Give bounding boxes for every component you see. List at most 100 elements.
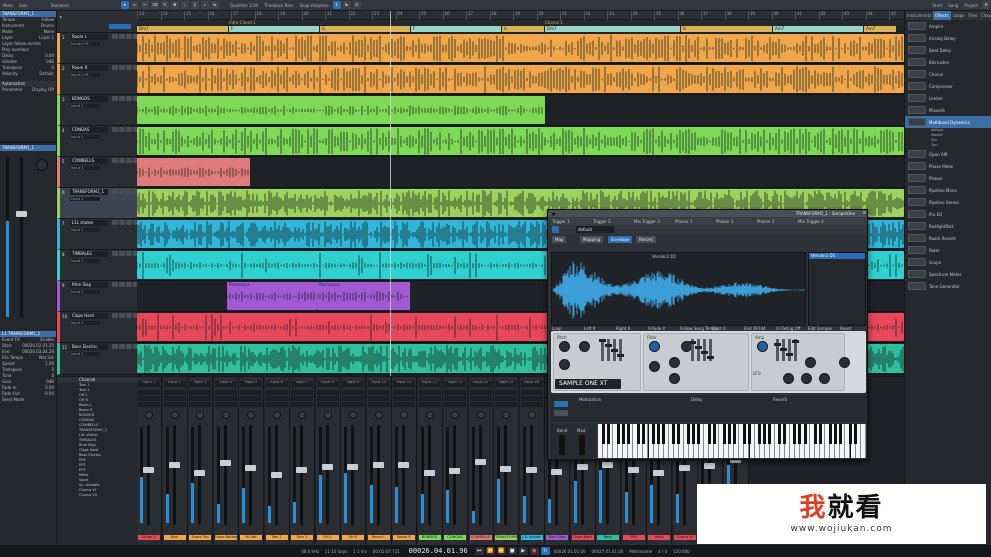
- black-key[interactable]: [616, 424, 620, 444]
- insert-slot[interactable]: [444, 402, 466, 407]
- audio-clip[interactable]: Percussion: [227, 282, 317, 310]
- mixer-channel[interactable]: Input 11 Room R: [392, 377, 417, 544]
- track-header[interactable]: 8 TIMBALES Input 1: [57, 250, 137, 281]
- mixer-channel[interactable]: Input 14 COWBELLS: [468, 377, 494, 544]
- chord-event[interactable]: F: [229, 26, 319, 32]
- pan-knob[interactable]: [36, 159, 48, 171]
- synth-knob[interactable]: [559, 359, 570, 370]
- insert-slot[interactable]: [316, 390, 339, 395]
- solo-mode-label[interactable]: Solo: [19, 3, 28, 8]
- track-header[interactable]: 6 TRANSFORM1_1 Input 1: [57, 188, 137, 219]
- split-tool-icon[interactable]: ✂: [140, 1, 149, 9]
- insert-slot[interactable]: [367, 390, 390, 395]
- timecode-display[interactable]: 00:01:07.731: [373, 549, 400, 554]
- black-key[interactable]: [657, 424, 661, 444]
- browser-tab[interactable]: Cloud: [979, 11, 991, 20]
- insert-slot[interactable]: [138, 390, 160, 395]
- channel-name-label[interactable]: Claps Hard: [571, 535, 594, 540]
- record-arm-button[interactable]: [126, 282, 132, 287]
- track-header[interactable]: 2 Room R Input L+R: [57, 64, 137, 95]
- pan-knob[interactable]: [323, 411, 332, 419]
- insert-slot[interactable]: [418, 396, 441, 401]
- browser-tab[interactable]: Effects: [933, 11, 951, 20]
- envelope-slider[interactable]: [599, 339, 606, 361]
- black-key[interactable]: [727, 424, 731, 444]
- record-arm-button[interactable]: [126, 189, 132, 194]
- fader-track[interactable]: [300, 425, 303, 525]
- track-input-select[interactable]: Input 1: [70, 197, 100, 201]
- fader-track[interactable]: [478, 425, 482, 525]
- mixer-channel[interactable]: Input 10 Room L: [366, 377, 392, 544]
- pan-knob[interactable]: [374, 411, 383, 419]
- envelope-slider[interactable]: [707, 339, 714, 361]
- solo-button[interactable]: [119, 251, 125, 256]
- pan-knob[interactable]: [298, 411, 306, 419]
- insert-slot[interactable]: [418, 402, 441, 407]
- time-signature[interactable]: 4 / 4: [658, 549, 667, 554]
- solo-button[interactable]: [119, 96, 125, 101]
- black-key[interactable]: [606, 424, 610, 444]
- record-icon[interactable]: ●: [529, 547, 539, 555]
- record-arm-button[interactable]: [126, 344, 132, 349]
- inspector-row-value[interactable]: Layer 1: [39, 35, 54, 41]
- quantize-control[interactable]: Quantize 1/16: [230, 3, 258, 8]
- track-header[interactable]: 9 Rhm Slap Input 1: [57, 281, 137, 312]
- channel-name-label[interactable]: OH R: [342, 535, 364, 540]
- insert-slot[interactable]: [520, 402, 543, 407]
- mute-mode-label[interactable]: Mute: [3, 3, 13, 8]
- track-name[interactable]: CONGAS: [70, 127, 108, 133]
- record-arm-button[interactable]: [126, 34, 132, 39]
- mute-button[interactable]: [112, 344, 118, 349]
- black-key[interactable]: [621, 424, 625, 444]
- track-name[interactable]: TRANSFORM1_1: [70, 189, 108, 195]
- channel-name-label[interactable]: Rhm Slap: [546, 535, 568, 540]
- settings-gear-icon[interactable]: ⚙: [982, 1, 990, 9]
- pan-knob[interactable]: [400, 411, 408, 419]
- track-header[interactable]: 4 CONGAS Input 1: [57, 126, 137, 157]
- envelope-slider[interactable]: [611, 339, 618, 361]
- draw-mode-icon[interactable]: ☲: [352, 1, 361, 9]
- envelope-slider[interactable]: [701, 339, 708, 361]
- eraser-tool-icon[interactable]: ⌫: [150, 1, 159, 9]
- pan-knob[interactable]: [476, 411, 485, 419]
- plugin-slot[interactable]: Trigger 2: [593, 219, 611, 224]
- mixer-channel[interactable]: Input 7 Tom 2: [290, 377, 315, 544]
- pan-knob[interactable]: [527, 411, 536, 419]
- zone-item[interactable]: Version1 D1: [809, 253, 865, 259]
- slider-handle[interactable]: [689, 341, 696, 344]
- black-key[interactable]: [747, 424, 751, 444]
- insert-slot[interactable]: [265, 390, 288, 395]
- chord-event[interactable]: Am7: [773, 26, 863, 32]
- metronome-toggle[interactable]: Metronome: [629, 549, 652, 554]
- fader-cap[interactable]: [602, 462, 613, 468]
- zoom-tool-icon[interactable]: ⌕: [200, 1, 209, 9]
- fader-cap[interactable]: [296, 467, 307, 473]
- record-arm-button[interactable]: [126, 158, 132, 163]
- range-tool-icon[interactable]: ▭: [130, 1, 139, 9]
- fader-cap[interactable]: [704, 463, 715, 469]
- insert-slot[interactable]: [520, 390, 543, 395]
- mod-matrix-button-2[interactable]: [554, 410, 568, 416]
- fader-track[interactable]: [453, 425, 456, 525]
- effect-item[interactable]: Room Reverb: [905, 232, 991, 244]
- track-input-select[interactable]: Input L+R: [70, 73, 100, 77]
- black-key[interactable]: [742, 424, 746, 444]
- black-key[interactable]: [662, 424, 666, 444]
- channel-name-label[interactable]: Drum 1: [138, 535, 160, 540]
- channel-name-label[interactable]: L1L shaker: [520, 535, 543, 540]
- insert-slot[interactable]: [163, 396, 186, 401]
- plugin-slot[interactable]: Mix Trigger 3: [634, 219, 660, 224]
- effect-item[interactable]: Ampire: [905, 20, 991, 32]
- solo-button[interactable]: [119, 189, 125, 194]
- browser-tab[interactable]: Files: [966, 11, 979, 20]
- paint-tool-icon[interactable]: ✎: [160, 1, 169, 9]
- solo-button[interactable]: [119, 34, 125, 39]
- snap-control[interactable]: Snap Adaptive: [300, 3, 329, 8]
- synth-knob[interactable]: [819, 373, 830, 384]
- effect-item[interactable]: Spectrum Meter: [905, 268, 991, 280]
- tempo-display[interactable]: 120.000: [673, 549, 690, 554]
- channel-name-label[interactable]: Room L: [367, 535, 390, 540]
- chord-event[interactable]: G: [681, 26, 772, 32]
- black-key[interactable]: [641, 424, 645, 444]
- audio-clip[interactable]: [137, 127, 904, 155]
